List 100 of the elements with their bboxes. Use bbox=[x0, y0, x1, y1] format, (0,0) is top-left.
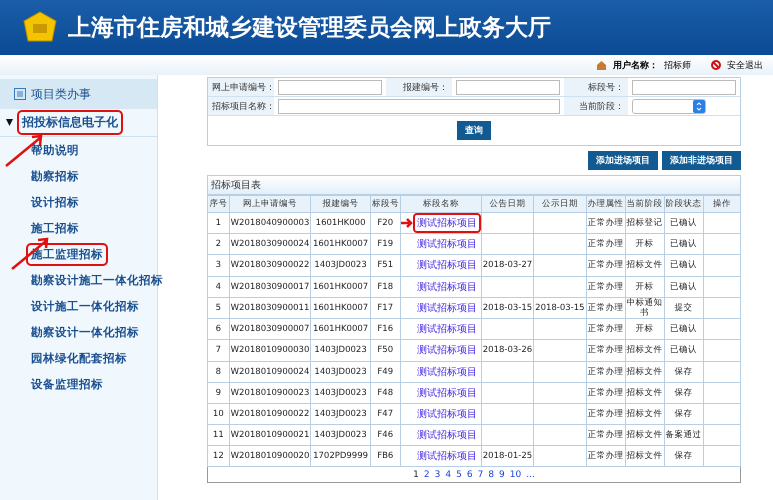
column-header: 办理属性 bbox=[586, 196, 626, 212]
page-link[interactable]: ... bbox=[526, 470, 535, 480]
table-cell: 保存 bbox=[664, 446, 704, 467]
sidebar-item[interactable]: 设计招标 bbox=[26, 191, 84, 214]
table-cell: 2018-03-15 bbox=[534, 297, 586, 319]
table-cell: 正常办理 bbox=[586, 340, 626, 361]
table-cell: 12 bbox=[208, 446, 230, 467]
table-cell: 招标文件 bbox=[625, 382, 664, 404]
table-cell: 保存 bbox=[664, 403, 704, 425]
site-title: 上海市住房和城乡建设管理委员会网上政务大厅 bbox=[68, 14, 551, 43]
table-cell: F47 bbox=[370, 403, 400, 425]
field-label: 招标项目名称： bbox=[208, 97, 274, 115]
table-cell: 1403JD0023 bbox=[310, 424, 370, 446]
table-cell: F50 bbox=[370, 340, 400, 361]
page-link[interactable]: 8 bbox=[488, 470, 494, 480]
sidebar-item[interactable]: 勘察招标 bbox=[26, 165, 84, 188]
sidebar-group[interactable]: 招投标信息电子化 bbox=[17, 110, 123, 135]
table-cell: 2018-03-15 bbox=[481, 297, 534, 319]
table-cell: W2018010900021 bbox=[229, 424, 311, 446]
column-header: 操作 bbox=[703, 196, 740, 212]
table-cell: W2018030900007 bbox=[229, 318, 311, 340]
table-cell: 已确认 bbox=[664, 340, 704, 361]
page-link[interactable]: 6 bbox=[466, 470, 473, 480]
page-link[interactable]: 10 bbox=[510, 470, 522, 480]
sidebar-item[interactable]: 施工招标 bbox=[26, 217, 84, 240]
user-label: 用户名称： bbox=[613, 59, 658, 72]
table-cell: F19 bbox=[370, 234, 400, 255]
table-cell: 2018-01-25 bbox=[481, 446, 534, 467]
column-header: 序号 bbox=[208, 196, 230, 212]
table-cell: 10 bbox=[208, 403, 230, 425]
add-project-button[interactable]: 添加非进场项目 bbox=[662, 151, 741, 170]
sidebar-item[interactable]: 勘察设计一体化招标 bbox=[26, 321, 144, 344]
project-link[interactable]: 测试招标项目 bbox=[412, 213, 481, 234]
table-title: 招标项目表 bbox=[207, 175, 741, 195]
field-label: 网上申请编号： bbox=[208, 78, 274, 96]
table-cell: 备案通过 bbox=[664, 424, 704, 446]
table-cell: 开标 bbox=[625, 234, 664, 255]
table-cell: W2018030900011 bbox=[229, 297, 311, 319]
table-cell: 招标文件 bbox=[625, 361, 664, 382]
user-name: 招标师 bbox=[664, 60, 691, 72]
sidebar-item[interactable]: 园林绿化配套招标 bbox=[26, 347, 132, 370]
table-cell: 1403JD0023 bbox=[310, 254, 370, 276]
table-cell: F18 bbox=[370, 276, 400, 298]
table-cell: 8 bbox=[208, 361, 230, 382]
table-cell: 招标登记 bbox=[625, 212, 664, 234]
sidebar-item[interactable]: 设计施工一体化招标 bbox=[26, 295, 144, 318]
add-project-button[interactable]: 添加进场项目 bbox=[588, 151, 658, 170]
page-link[interactable]: 9 bbox=[499, 470, 505, 480]
table-cell: W2018030900017 bbox=[229, 276, 311, 298]
table-cell: 11 bbox=[208, 424, 230, 446]
table-cell: F17 bbox=[370, 297, 400, 319]
table-cell: 1601HK0007 bbox=[310, 234, 370, 255]
page-link[interactable]: 4 bbox=[445, 470, 452, 480]
table-cell: 正常办理 bbox=[586, 254, 626, 276]
table-cell: 正常办理 bbox=[586, 446, 626, 467]
table-cell: 4 bbox=[208, 276, 230, 298]
table-cell: 正常办理 bbox=[586, 382, 626, 404]
section-title: 项目类办事 bbox=[31, 86, 91, 102]
table-cell: 1601HK0007 bbox=[310, 318, 370, 340]
table-cell: 1403JD0023 bbox=[310, 340, 370, 361]
table-cell: 1403JD0023 bbox=[310, 361, 370, 382]
table-cell: 已确认 bbox=[664, 212, 704, 234]
table-cell: 正常办理 bbox=[586, 403, 626, 425]
table-cell: 1702PD9999 bbox=[310, 446, 370, 467]
table-cell: 开标 bbox=[625, 276, 664, 298]
table-cell: 2018-03-26 bbox=[481, 340, 534, 361]
table-cell: 2 bbox=[208, 234, 230, 255]
page-link[interactable]: 5 bbox=[456, 470, 462, 480]
table-cell: FB6 bbox=[370, 446, 400, 467]
table-cell: 正常办理 bbox=[586, 318, 626, 340]
table-cell: 9 bbox=[208, 382, 230, 404]
page-link[interactable]: 7 bbox=[478, 470, 484, 480]
page-link[interactable]: 3 bbox=[434, 470, 440, 480]
sidebar-item[interactable]: 设备监理招标 bbox=[26, 373, 108, 396]
table-cell: 6 bbox=[208, 318, 230, 340]
page-link[interactable]: 2 bbox=[424, 470, 430, 480]
table-cell: 正常办理 bbox=[586, 234, 626, 255]
table-cell: 已确认 bbox=[664, 276, 704, 298]
table-cell: F46 bbox=[370, 424, 400, 446]
table-cell: 保存 bbox=[664, 361, 704, 382]
table-cell: 开标 bbox=[625, 318, 664, 340]
table-cell: W2018040900003 bbox=[229, 212, 311, 234]
logout-link[interactable]: 安全退出 bbox=[727, 58, 763, 72]
table-cell: 已确认 bbox=[664, 234, 704, 255]
field-label: 标段号： bbox=[564, 78, 628, 96]
column-header: 标段号 bbox=[370, 196, 400, 212]
table-cell: 2018-03-27 bbox=[481, 254, 534, 276]
table-cell: 招标文件 bbox=[625, 403, 664, 425]
table-cell: F20 bbox=[370, 212, 400, 234]
column-header: 公示日期 bbox=[534, 196, 586, 212]
column-header: 公告日期 bbox=[481, 196, 534, 212]
table-cell: F49 bbox=[370, 361, 400, 382]
sidebar-item[interactable]: 勘察设计施工一体化招标 bbox=[26, 269, 168, 292]
search-button[interactable]: 查询 bbox=[457, 121, 491, 140]
table-cell: W2018030900022 bbox=[229, 254, 311, 276]
table-cell: 正常办理 bbox=[586, 361, 626, 382]
table-cell: 1601HK0007 bbox=[310, 276, 370, 298]
sidebar-item[interactable]: 帮助说明 bbox=[26, 139, 84, 162]
table-cell: 正常办理 bbox=[586, 212, 626, 234]
page-link[interactable]: 1 bbox=[413, 470, 419, 480]
